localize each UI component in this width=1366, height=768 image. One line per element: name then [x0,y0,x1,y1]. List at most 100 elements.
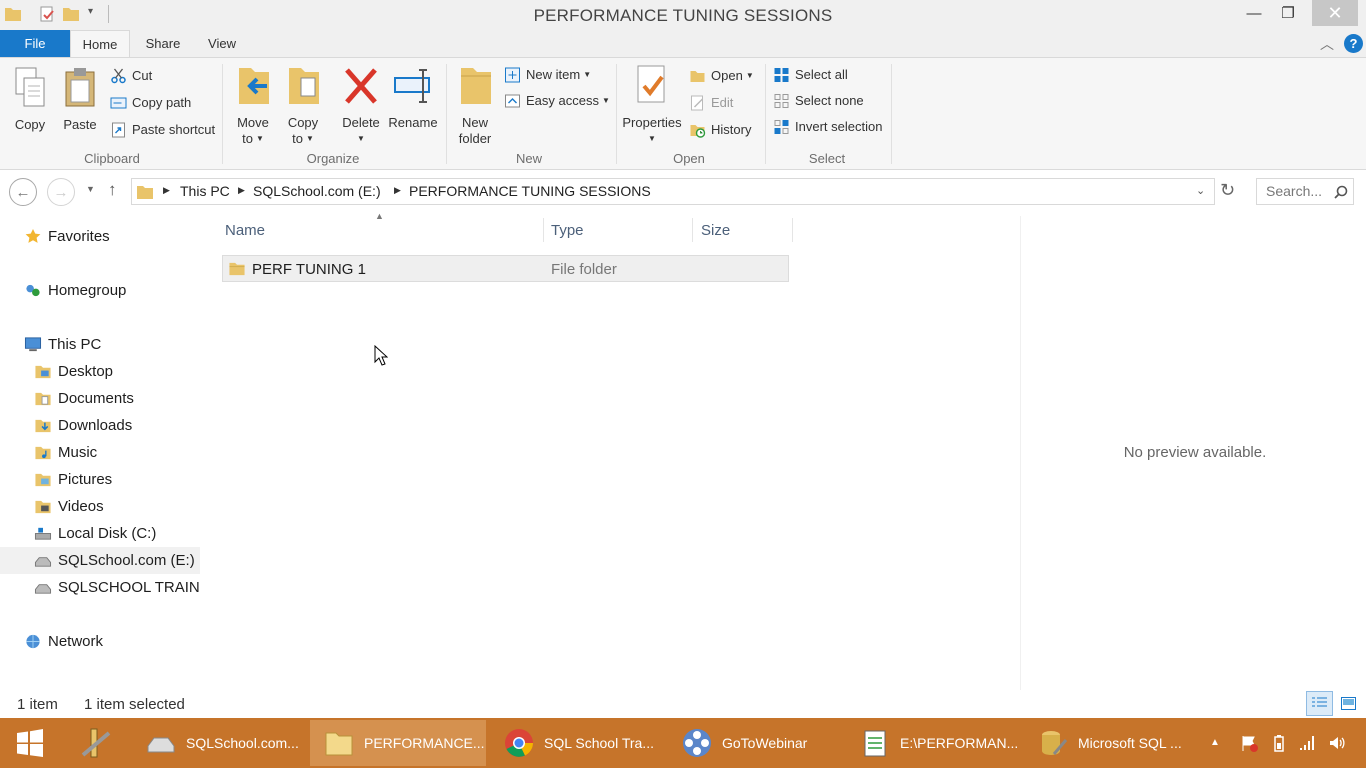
taskbar-item-label: SQLSchool.com... [186,735,299,751]
taskbar-item-chrome[interactable]: SQL School Tra... [490,720,664,766]
column-divider[interactable] [692,218,693,242]
column-header-type[interactable]: Type [551,222,584,239]
close-button[interactable]: ✕ [1312,0,1358,26]
up-button[interactable]: ↑ [108,180,117,200]
nav-drive-e-label: SQLSchool.com (E:) [58,552,195,569]
delete-button[interactable]: Delete ▼ [338,64,384,147]
paste-button[interactable]: Paste [60,66,100,133]
recent-locations-chevron-icon[interactable]: ▼ [86,184,95,194]
nav-local-disk-label: Local Disk (C:) [58,525,157,542]
refresh-icon[interactable]: ↻ [1220,180,1235,201]
sort-ascending-icon: ▲ [375,211,384,221]
dropdown-caret-icon: ▼ [583,70,592,79]
taskbar-item-explorer[interactable]: PERFORMANCE... [310,720,486,766]
tray-overflow-chevron-icon[interactable]: ▲ [1210,737,1220,748]
nav-pictures[interactable]: Pictures [35,466,112,493]
nav-drive-e[interactable]: SQLSchool.com (E:) [34,547,195,574]
select-all-button[interactable]: Select all [773,64,848,86]
volume-speaker-icon[interactable] [1328,734,1346,752]
tab-share[interactable]: Share [136,30,190,58]
nav-music[interactable]: Music [35,439,97,466]
properties-button[interactable]: Properties ▼ [620,64,684,147]
scissors-icon [111,68,126,84]
column-header-size[interactable]: Size [701,222,730,239]
nav-desktop[interactable]: Desktop [35,358,114,385]
minimize-button[interactable]: — [1237,0,1271,26]
nav-downloads[interactable]: Downloads [35,412,133,439]
help-icon[interactable]: ? [1344,34,1363,53]
taskbar-tools-app[interactable] [64,720,130,766]
address-history-chevron-icon[interactable]: ⌄ [1196,184,1205,197]
paste-shortcut-button[interactable]: Paste shortcut [110,119,215,141]
collapse-ribbon-icon[interactable]: ︿ [1320,34,1334,54]
move-to-icon [239,68,269,104]
open-button[interactable]: Open ▼ [689,65,754,87]
dropdown-caret-icon: ▼ [745,71,754,80]
tools-icon [81,728,111,758]
battery-power-icon[interactable] [1270,734,1288,752]
paste-icon [65,68,95,107]
easy-access-button[interactable]: Easy access ▼ [504,90,610,112]
address-bar[interactable]: ▶ This PC ▶ SQLSchool.com (E:) ▶ PERFORM… [131,178,1215,205]
copy-icon [15,67,45,107]
nav-desktop-label: Desktop [58,363,114,380]
rename-button[interactable]: Rename [388,64,438,131]
move-to-button[interactable]: Move to ▼ [230,64,276,147]
new-item-button[interactable]: New item ▼ [504,64,591,86]
nav-videos[interactable]: Videos [35,493,104,520]
dropdown-caret-icon: ▼ [601,96,610,105]
select-none-button[interactable]: Select none [773,90,864,112]
taskbar-item-gotowebinar[interactable]: GoToWebinar [668,720,842,766]
search-input[interactable]: Search... [1256,178,1354,205]
select-all-label: Select all [795,67,848,82]
copy-path-label: Copy path [132,95,192,110]
taskbar-item-sql-server[interactable]: Microsoft SQL ... [1024,720,1198,766]
details-view-button[interactable] [1306,691,1333,716]
nav-documents[interactable]: Documents [35,385,134,412]
history-button[interactable]: History [689,119,751,141]
table-row[interactable]: PERF TUNING 1 File folder [222,255,789,282]
history-icon [690,125,706,138]
column-header-name[interactable]: Name [225,222,265,239]
network-signal-icon[interactable] [1298,734,1316,752]
column-divider[interactable] [543,218,544,242]
forward-button[interactable]: → [47,178,75,206]
maximize-button[interactable]: ❐ [1271,0,1305,26]
taskbar-item-label: GoToWebinar [722,735,808,751]
copy-button[interactable]: Copy [10,66,50,133]
nav-local-disk-c[interactable]: Local Disk (C:) [34,520,157,547]
copy-path-button[interactable]: Copy path [110,92,191,114]
invert-selection-button[interactable]: Invert selection [773,116,882,138]
preview-divider[interactable] [1020,216,1021,690]
nav-drive-training[interactable]: SQLSCHOOL TRAININ [58,574,200,601]
cut-button[interactable]: Cut [110,65,152,87]
action-center-flag-icon[interactable] [1240,734,1258,752]
start-button[interactable] [0,720,60,766]
column-divider[interactable] [792,218,793,242]
nav-network[interactable]: Network [26,628,103,655]
breadcrumb-drive[interactable]: SQLSchool.com (E:) [253,183,381,199]
copy-to-button[interactable]: Copy to ▼ [280,64,326,147]
nav-favorites[interactable]: Favorites [25,223,110,250]
taskbar-item-sqlschool-drive[interactable]: SQLSchool.com... [132,720,306,766]
breadcrumb-current-folder[interactable]: PERFORMANCE TUNING SESSIONS [409,183,651,199]
tab-home[interactable]: Home [70,30,130,58]
windows-drive-icon [34,527,52,540]
edit-button[interactable]: Edit [689,92,733,114]
nav-this-pc[interactable]: This PC [24,331,101,358]
breadcrumb-this-pc[interactable]: This PC [180,183,230,199]
taskbar-item-notepad[interactable]: E:\PERFORMAN... [846,720,1020,766]
back-button[interactable]: ← [9,178,37,206]
select-group-label: Select [808,151,846,166]
new-folder-button[interactable]: New folder [452,64,498,147]
paste-shortcut-icon [112,122,125,138]
open-label: Open [711,68,743,83]
large-icons-view-button[interactable] [1336,691,1360,716]
tab-view[interactable]: View [196,30,248,58]
nav-homegroup[interactable]: Homegroup [26,277,126,304]
nav-downloads-label: Downloads [58,417,133,434]
tab-file[interactable]: File [0,30,70,58]
documents-folder-icon [35,392,51,406]
taskbar-item-label: PERFORMANCE... [364,735,485,751]
taskbar-item-label: SQL School Tra... [544,735,654,751]
